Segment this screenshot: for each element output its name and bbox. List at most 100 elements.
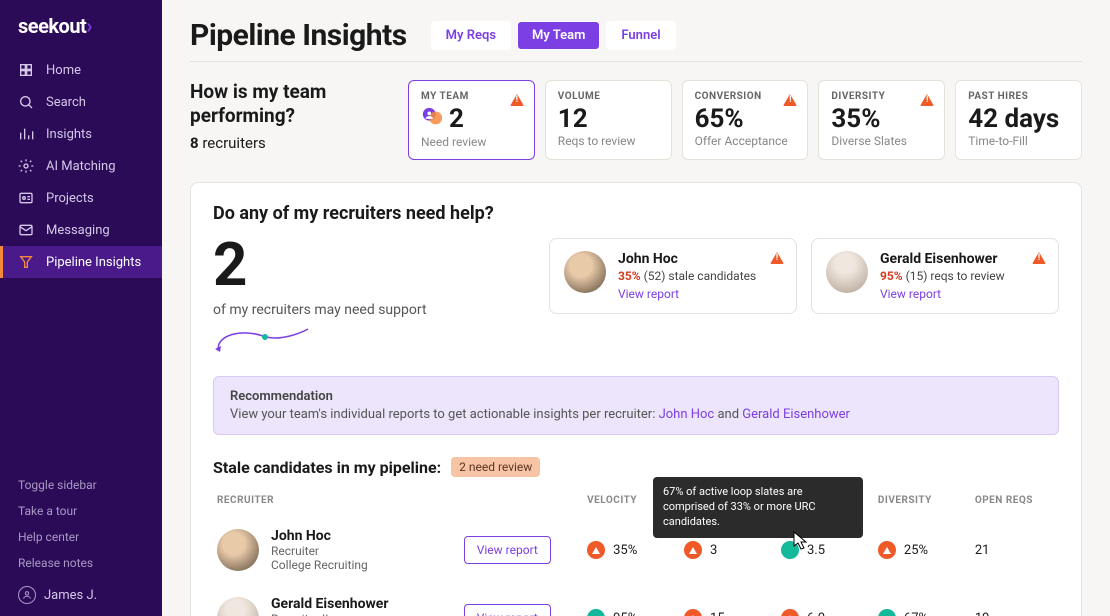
cursor-icon (793, 531, 809, 551)
pipeline-icon (18, 254, 34, 270)
logo-text: seekout (18, 14, 86, 38)
nav-item-home[interactable]: Home (0, 54, 162, 86)
volume-cell: 3 (684, 541, 773, 559)
metric-sub: Reqs to review (558, 134, 659, 148)
recruiter-card-john-hoc[interactable]: John Hoc 35% (52) stale candidates View … (549, 238, 797, 314)
team-heading: How is my team performing? 8 recruiters (190, 80, 390, 160)
recruiter-name: John Hoc (618, 251, 756, 267)
avatar (564, 251, 606, 293)
diversity-tooltip: 67% of active loop slates are comprised … (653, 477, 863, 538)
sidebar: seekout› Home Search Insights AI Matchin… (0, 0, 162, 616)
search-icon (18, 94, 34, 110)
recruiter-name: Gerald Eisenhower (880, 251, 1005, 267)
help-summary-row: 2 of my recruiters may need support John… (213, 238, 1059, 358)
view-report-button[interactable]: View report (464, 604, 551, 616)
nav-label: Search (46, 95, 86, 110)
recommendation-link-1[interactable]: John Hoc (659, 407, 715, 422)
view-tabs: My Reqs My Team Funnel (431, 21, 676, 50)
release-notes-link[interactable]: Release notes (0, 550, 162, 576)
metric-card-conversion[interactable]: CONVERSION 65% Offer Acceptance (682, 80, 809, 160)
big-number-caption: of my recruiters may need support (213, 302, 533, 318)
warn-dot-icon (684, 609, 702, 616)
warn-dot-icon (684, 541, 702, 559)
tab-my-reqs[interactable]: My Reqs (431, 21, 511, 50)
stale-title: Stale candidates in my pipeline: (213, 458, 441, 477)
recruiter-stat: 35% (52) stale candidates (618, 269, 756, 283)
warning-icon (510, 91, 524, 110)
diversity-cell: 25% (878, 541, 967, 559)
metric-value: 2 (421, 104, 522, 135)
nav: Home Search Insights AI Matching Project… (0, 48, 162, 472)
row-team: College Recruiting (271, 558, 368, 572)
metric-sub: Offer Acceptance (695, 134, 796, 148)
avatar (826, 251, 868, 293)
recruiter-summary-cards: John Hoc 35% (52) stale candidates View … (549, 238, 1059, 314)
projects-icon (18, 190, 34, 206)
nav-item-messaging[interactable]: Messaging (0, 214, 162, 246)
page-title: Pipeline Insights (190, 18, 407, 53)
nav-item-ai-matching[interactable]: AI Matching (0, 150, 162, 182)
nav-item-insights[interactable]: Insights (0, 118, 162, 150)
open-reqs-cell: 19 (971, 584, 1059, 616)
metric-value: 42 days (968, 104, 1069, 134)
tab-my-team[interactable]: My Team (517, 21, 600, 50)
metric-label: DIVERSITY (831, 91, 932, 102)
volume-cell: 15 (684, 609, 773, 616)
warn-dot-icon (781, 609, 799, 616)
logo-arrow-icon: › (86, 14, 92, 38)
table-row[interactable]: John Hoc Recruiter College Recruiting Vi… (213, 516, 1059, 584)
metric-value: 65% (695, 104, 796, 134)
ok-dot-icon (587, 609, 605, 616)
metric-card-diversity[interactable]: DIVERSITY 35% Diverse Slates (818, 80, 945, 160)
warning-icon (770, 249, 784, 268)
metric-label: MY TEAM (421, 91, 522, 102)
nav-label: Pipeline Insights (46, 255, 141, 270)
metric-card-past-hires[interactable]: PAST HIRES 42 days Time-to-Fill (955, 80, 1082, 160)
recruiter-card-gerald-eisenhower[interactable]: Gerald Eisenhower 95% (15) reqs to revie… (811, 238, 1059, 314)
metric-card-volume[interactable]: VOLUME 12 Reqs to review (545, 80, 672, 160)
team-heading-question: How is my team performing? (190, 80, 390, 128)
row-name: Gerald Eisenhower (271, 596, 388, 612)
toggle-sidebar-link[interactable]: Toggle sidebar (0, 472, 162, 498)
recruiter-help-card: Do any of my recruiters need help? 2 of … (190, 182, 1082, 616)
nav-item-projects[interactable]: Projects (0, 182, 162, 214)
tab-funnel[interactable]: Funnel (606, 21, 675, 50)
user-menu[interactable]: James J. (0, 576, 162, 604)
nav-label: Insights (46, 127, 92, 142)
nav-item-pipeline-insights[interactable]: Pipeline Insights (0, 246, 162, 278)
need-review-badge: 2 need review (451, 457, 540, 477)
help-center-link[interactable]: Help center (0, 524, 162, 550)
nav-label: Projects (46, 191, 94, 206)
th-open-reqs: OPEN REQS (971, 489, 1059, 516)
warn-dot-icon (878, 541, 896, 559)
th-diversity: DIVERSITY (874, 489, 971, 516)
user-name: James J. (44, 588, 97, 603)
recruiter-table: RECRUITER VELOCITY VOLUME CONVERSION DIV… (213, 489, 1059, 616)
table-row[interactable]: Gerald Eisenhower Recruiter II College R… (213, 584, 1059, 616)
header-divider (190, 61, 1082, 62)
row-role: Recruiter II (271, 612, 388, 616)
open-reqs-cell: 21 (971, 516, 1059, 584)
team-performance-row: How is my team performing? 8 recruiters … (190, 80, 1082, 160)
metric-label: PAST HIRES (968, 91, 1069, 102)
row-role: Recruiter (271, 544, 368, 558)
nav-label: Messaging (46, 223, 110, 238)
section-title: Do any of my recruiters need help? (213, 203, 1059, 224)
metric-card-my-team[interactable]: MY TEAM 2 Need review (408, 80, 535, 160)
view-report-button[interactable]: View report (464, 536, 551, 564)
metric-value: 35% (831, 104, 932, 134)
warn-dot-icon (587, 541, 605, 559)
view-report-link[interactable]: View report (618, 287, 756, 301)
metric-label: VOLUME (558, 91, 659, 102)
warning-icon (1032, 249, 1046, 268)
recommendation-link-2[interactable]: Gerald Eisenhower (742, 407, 850, 422)
take-tour-link[interactable]: Take a tour (0, 498, 162, 524)
logo[interactable]: seekout› (0, 0, 162, 48)
view-report-link[interactable]: View report (880, 287, 1005, 301)
metric-sub: Time-to-Fill (968, 134, 1069, 148)
nav-item-search[interactable]: Search (0, 86, 162, 118)
ai-icon (18, 158, 34, 174)
stale-candidates-header: Stale candidates in my pipeline: 2 need … (213, 457, 1059, 477)
recommendation-title: Recommendation (230, 389, 1042, 404)
row-name: John Hoc (271, 528, 368, 544)
